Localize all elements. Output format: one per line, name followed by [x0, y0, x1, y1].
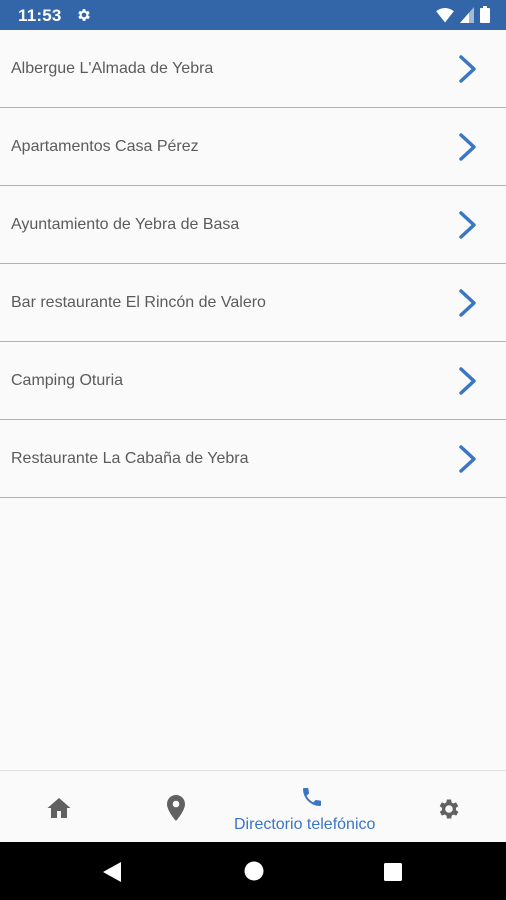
list-item-label: Apartamentos Casa Pérez [11, 138, 199, 155]
settings-icon [439, 799, 459, 819]
status-icons [436, 6, 490, 23]
home-icon [47, 798, 71, 818]
chevron-right-icon [459, 289, 476, 317]
nav-phone-directory[interactable]: Directorio telefónico [230, 771, 395, 843]
bottom-navigation: Directorio telefónico [0, 770, 506, 843]
recents-icon[interactable] [384, 863, 402, 881]
directory-list: Albergue L'Almada de Yebra Apartamentos … [0, 30, 506, 498]
nav-location[interactable] [148, 771, 206, 843]
list-item-label: Restaurante La Cabaña de Yebra [11, 450, 249, 467]
chevron-right-icon [459, 133, 476, 161]
list-item[interactable]: Bar restaurante El Rincón de Valero [0, 264, 506, 342]
chevron-right-icon [459, 367, 476, 395]
list-item-label: Ayuntamiento de Yebra de Basa [11, 216, 240, 233]
status-time: 11:53 [18, 6, 62, 25]
list-item[interactable]: Camping Oturia [0, 342, 506, 420]
status-bar: 11:53 [0, 0, 506, 30]
wifi-icon [436, 7, 454, 22]
list-item-label: Albergue L'Almada de Yebra [11, 60, 214, 77]
list-item[interactable]: Albergue L'Almada de Yebra [0, 30, 506, 108]
chevron-right-icon [459, 55, 476, 83]
battery-icon [480, 6, 490, 23]
system-navigation-bar [0, 842, 506, 900]
list-item[interactable]: Ayuntamiento de Yebra de Basa [0, 186, 506, 264]
nav-home[interactable] [30, 771, 88, 843]
phone-icon [303, 788, 321, 806]
list-item-label: Bar restaurante El Rincón de Valero [11, 294, 266, 311]
settings-gear-icon [78, 9, 90, 21]
home-circle-icon[interactable] [244, 861, 264, 881]
list-item[interactable]: Apartamentos Casa Pérez [0, 108, 506, 186]
nav-phone-directory-label: Directorio telefónico [234, 816, 376, 833]
list-item[interactable]: Restaurante La Cabaña de Yebra [0, 420, 506, 498]
nav-settings[interactable] [420, 771, 478, 843]
signal-icon [460, 6, 474, 23]
list-item-label: Camping Oturia [11, 372, 124, 389]
chevron-right-icon [459, 211, 476, 239]
back-icon[interactable] [102, 861, 122, 883]
location-pin-icon [167, 795, 185, 821]
chevron-right-icon [459, 445, 476, 473]
